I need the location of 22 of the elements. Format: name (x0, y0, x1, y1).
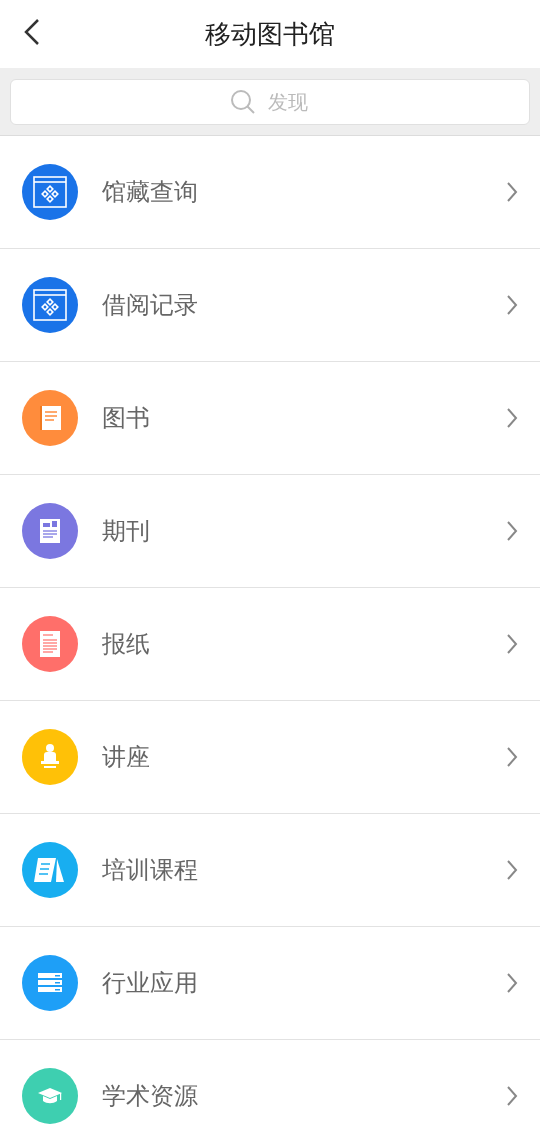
menu-item[interactable]: 培训课程 (0, 814, 540, 927)
menu-item[interactable]: 学术资源 (0, 1040, 540, 1125)
chevron-right-icon (506, 294, 518, 316)
menu-item[interactable]: 期刊 (0, 475, 540, 588)
search-icon (230, 88, 256, 115)
search-field[interactable]: 发现 (10, 78, 530, 125)
chevron-right-icon (506, 520, 518, 542)
chevron-right-icon (506, 972, 518, 994)
chevron-right-icon (506, 407, 518, 429)
menu-item[interactable]: 图书 (0, 362, 540, 475)
chevron-right-icon (506, 633, 518, 655)
chevron-right-icon (506, 181, 518, 203)
back-icon (23, 18, 41, 46)
menu-item[interactable]: 馆藏查询 (0, 136, 540, 249)
menu-item[interactable]: 报纸 (0, 588, 540, 701)
page-title: 移动图书馆 (205, 17, 335, 51)
chevron-right-icon (506, 859, 518, 881)
menu-item[interactable]: 借阅记录 (0, 249, 540, 362)
menu-item[interactable]: 行业应用 (0, 927, 540, 1040)
chevron-right-icon (506, 746, 518, 768)
chevron-right-icon (506, 1085, 518, 1107)
menu-item[interactable]: 讲座 (0, 701, 540, 814)
